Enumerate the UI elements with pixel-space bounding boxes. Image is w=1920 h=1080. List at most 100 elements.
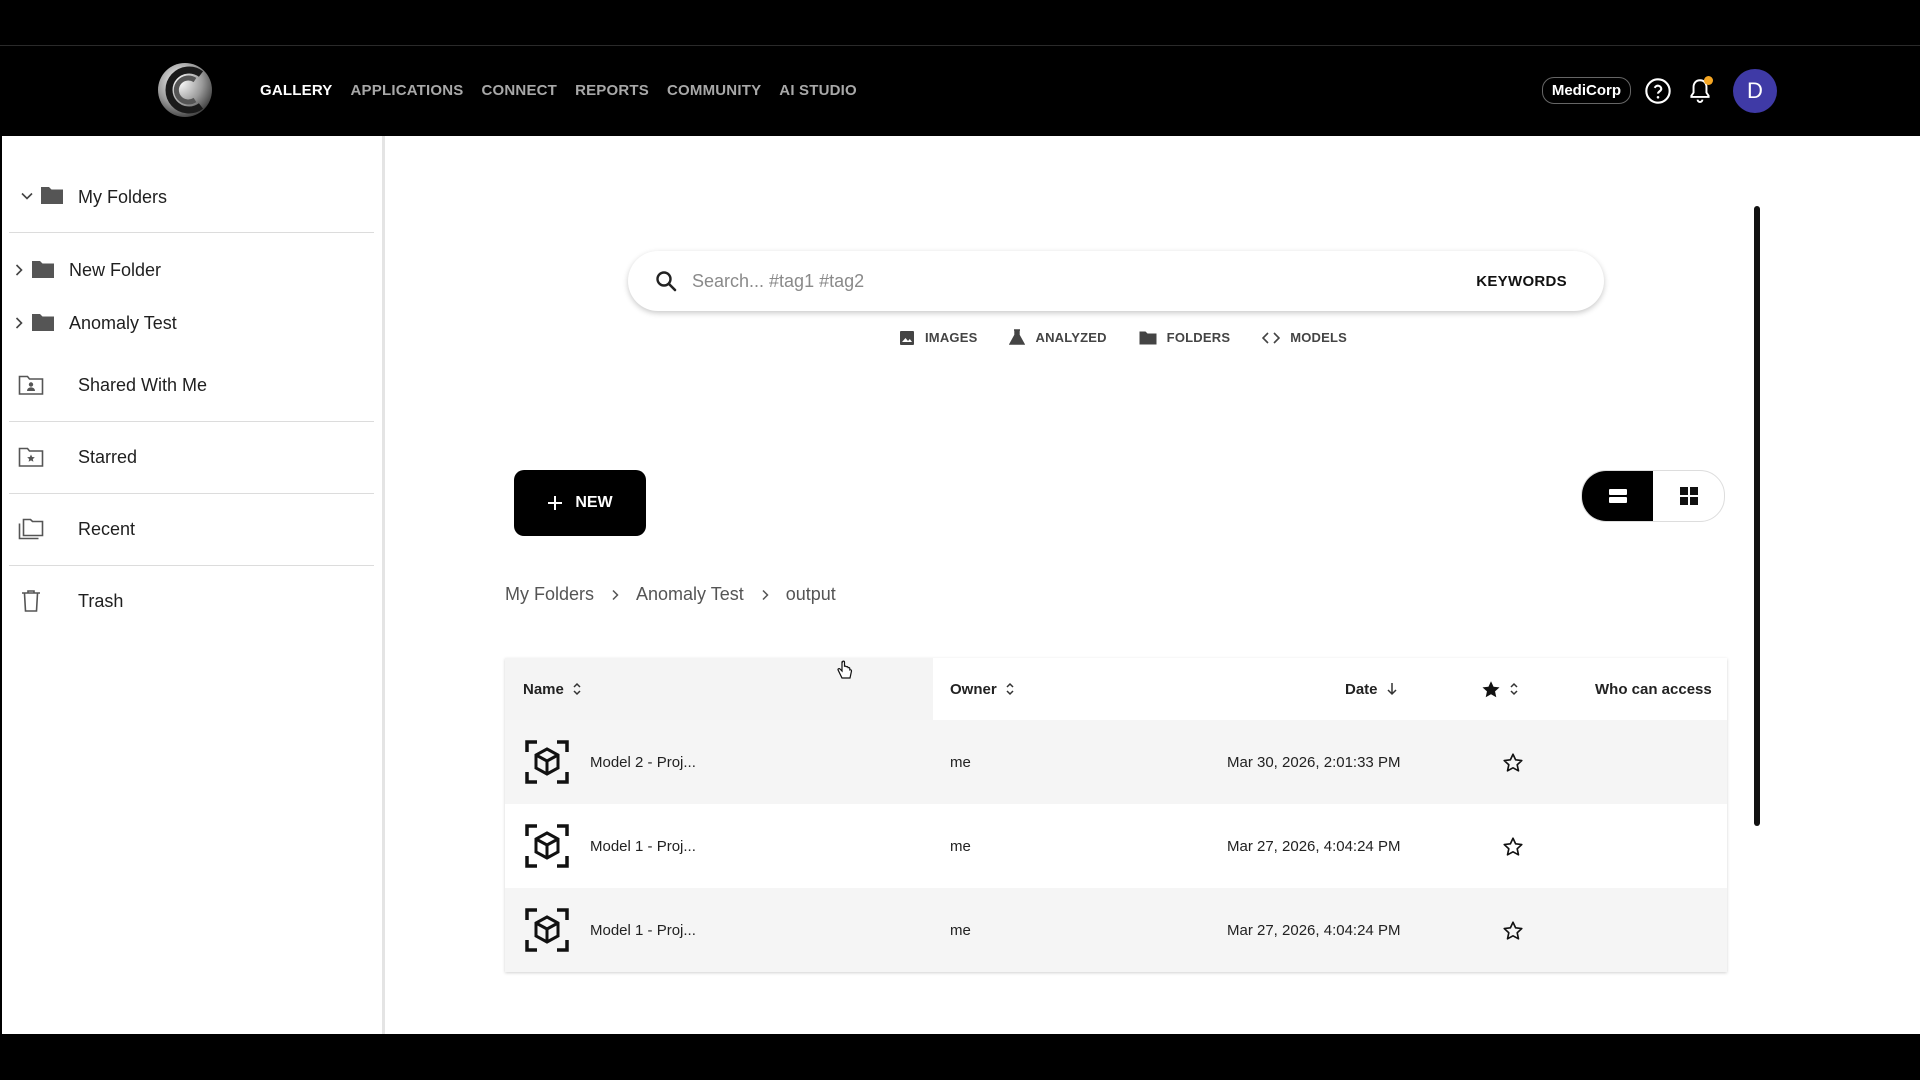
star-toggle[interactable] [1502,888,1524,972]
new-button-label: NEW [575,494,613,511]
nav-ai-studio[interactable]: AI STUDIO [779,82,857,99]
nav-connect[interactable]: CONNECT [481,82,557,99]
sort-icon [1510,682,1518,696]
trash-icon [21,589,41,618]
row-name[interactable]: Model 1 - Proj... [590,804,696,888]
filter-images[interactable]: IMAGES [899,330,977,346]
row-owner: me [950,921,971,939]
row-date: Mar 30, 2026, 2:01:33 PM [1227,753,1401,771]
sidebar-item-label: Recent [78,518,136,539]
folder-icon [1139,331,1157,345]
sidebar-item-label: Trash [78,590,124,611]
plus-icon [548,496,563,510]
header-label: Who can access [1595,680,1712,698]
org-badge[interactable]: MediCorp [1541,77,1631,104]
list-view-button[interactable] [1582,471,1653,521]
sidebar-item-label: Anomaly Test [69,312,177,333]
column-header-owner[interactable]: Owner [950,658,1015,720]
nav-community[interactable]: COMMUNITY [667,82,761,99]
column-header-name[interactable]: Name [523,658,582,720]
sidebar-divider [9,232,374,233]
column-header-starred[interactable] [1481,658,1519,720]
sidebar-divider [9,493,374,494]
sidebar-item-recent[interactable]: Recent [2,504,382,554]
chevron-right-icon[interactable] [12,316,26,335]
row-name[interactable]: Model 1 - Proj... [590,888,696,972]
screen-bottom-bar [0,1034,1920,1080]
row-owner: me [950,837,971,855]
grid-view-icon [1679,487,1698,505]
breadcrumb-my-folders[interactable]: My Folders [505,584,594,605]
sidebar-item-shared-with-me[interactable]: Shared With Me [2,360,382,410]
filter-label: MODELS [1290,330,1347,345]
row-name[interactable]: Model 2 - Proj... [590,720,696,804]
header-label: Owner [950,680,997,698]
scrollbar-thumb[interactable] [1754,206,1760,826]
breadcrumb-anomaly-test[interactable]: Anomaly Test [636,584,744,605]
table-row[interactable]: Model 1 - Proj... me Mar 27, 2026, 4:04:… [505,888,1727,972]
sidebar-item-new-folder[interactable]: New Folder [2,245,382,295]
sidebar-item-trash[interactable]: Trash [2,576,382,626]
column-header-date[interactable]: Date [1345,658,1398,720]
mouse-cursor-icon [836,660,854,687]
breadcrumb-output: output [785,584,836,604]
table-row[interactable]: Model 2 - Proj... me Mar 30, 2026, 2:01:… [505,720,1727,804]
notifications-bell-icon[interactable] [1685,75,1715,106]
recent-folders-icon [18,517,44,546]
star-outline-icon [1503,920,1523,940]
row-owner: me [950,753,971,771]
sidebar-item-label: Shared With Me [78,374,208,395]
filter-label: ANALYZED [1035,330,1107,345]
star-toggle[interactable] [1502,720,1524,804]
app-logo[interactable] [155,60,215,120]
type-filters: IMAGES ANALYZED FOLDERS MODELS [899,329,1347,346]
flask-icon [1009,329,1026,345]
sidebar-item-my-folders[interactable]: My Folders [2,172,382,222]
sidebar-item-starred[interactable]: Starred [2,432,382,482]
sidebar-item-label: Starred [78,446,138,467]
filter-models[interactable]: MODELS [1262,330,1347,345]
chevron-right-icon [762,589,769,600]
sort-icon [573,682,581,696]
header-actions: MediCorp D [1541,46,1777,135]
column-header-access: Who can access [1595,658,1712,720]
star-outline-icon [1503,752,1523,772]
top-nav: GALLERY APPLICATIONS CONNECT REPORTS COM… [260,46,857,135]
sidebar-item-label: My Folders [78,186,168,207]
model-icon [525,804,569,888]
user-avatar[interactable]: D [1733,68,1777,113]
help-icon[interactable] [1643,76,1673,106]
filter-label: FOLDERS [1166,330,1231,345]
star-toggle[interactable] [1502,804,1524,888]
nav-applications[interactable]: APPLICATIONS [351,82,464,99]
table-header: Name Owner Date Who can access [505,658,1727,720]
star-outline-icon [1503,836,1523,856]
notification-dot [1704,75,1713,85]
row-date: Mar 27, 2026, 4:04:24 PM [1227,837,1401,855]
nav-gallery[interactable]: GALLERY [260,82,333,99]
new-button[interactable]: NEW [514,470,646,536]
nav-reports[interactable]: REPORTS [575,82,649,99]
table-row[interactable]: Model 1 - Proj... me Mar 27, 2026, 4:04:… [505,804,1727,888]
search-bar: KEYWORDS [628,251,1604,311]
chevron-right-icon[interactable] [12,263,26,282]
main-content: KEYWORDS IMAGES ANALYZED FOLDERS MODELS … [385,136,1920,1034]
search-input[interactable] [690,269,1477,293]
chevron-right-icon [612,589,619,600]
grid-view-button[interactable] [1653,471,1724,521]
arrow-down-icon [1386,683,1397,696]
sidebar-divider [9,565,374,566]
filter-analyzed[interactable]: ANALYZED [1009,329,1106,346]
folder-sidebar: My Folders New Folder Anomaly Test Share… [2,136,385,1034]
sidebar-item-label: New Folder [69,259,162,280]
folder-icon [31,311,55,338]
folder-icon [40,184,64,211]
keywords-button[interactable]: KEYWORDS [1476,273,1567,290]
chevron-down-icon[interactable] [20,189,34,208]
search-icon [654,269,678,293]
folder-icon [31,258,55,285]
model-icon [525,888,569,972]
files-table: Name Owner Date Who can access Model 2 -… [505,658,1727,972]
filter-folders[interactable]: FOLDERS [1139,330,1231,345]
sidebar-item-anomaly-test[interactable]: Anomaly Test [2,298,382,348]
